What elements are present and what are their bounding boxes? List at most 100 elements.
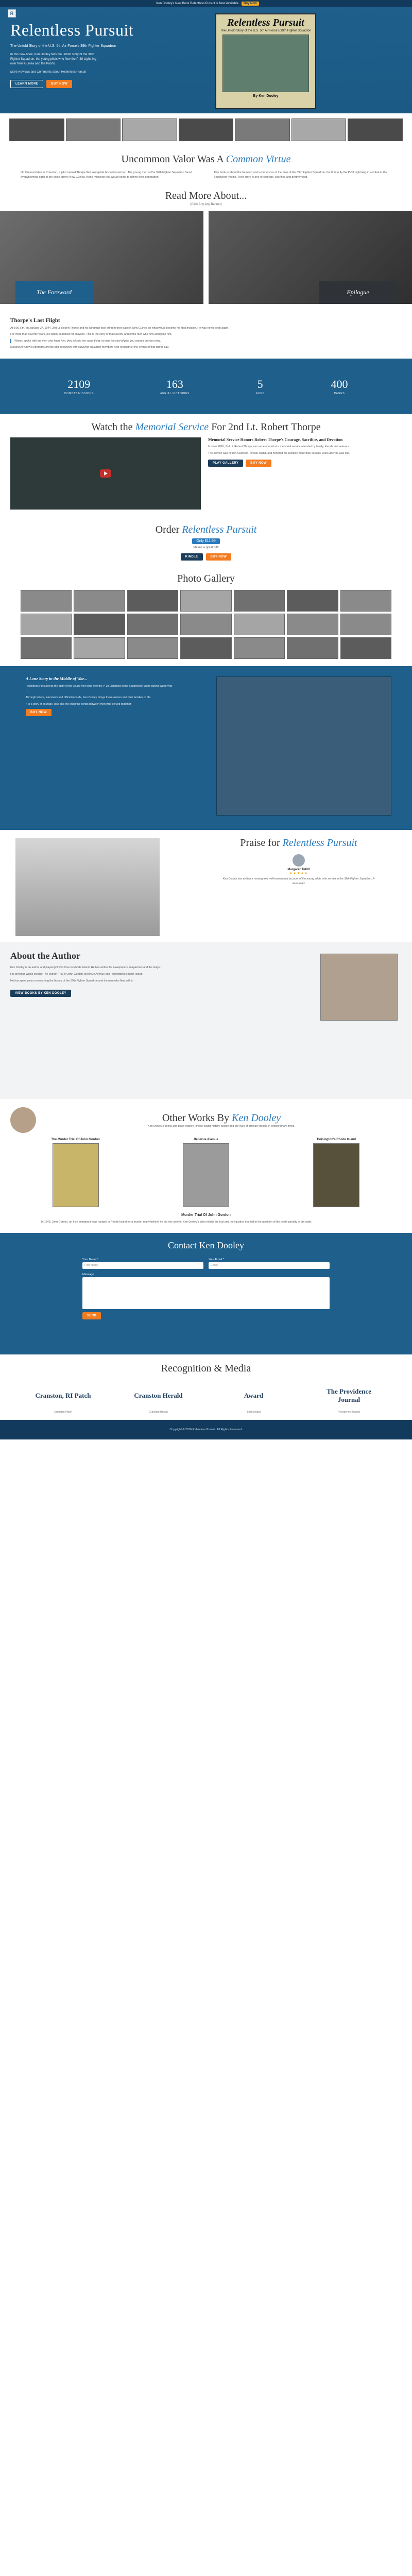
book-card[interactable]: The Murder Trial Of John Gordon xyxy=(42,1138,109,1208)
cover-subtitle: The Untold Story of the U.S. 5th Air For… xyxy=(220,29,312,32)
order-section: Order Relentless Pursuit Only $11.99 Mak… xyxy=(0,517,412,566)
send-button[interactable]: SEND xyxy=(82,1312,101,1320)
memorial-title-c: For 2nd Lt. Robert Thorpe xyxy=(211,421,321,433)
book-image[interactable] xyxy=(52,1143,99,1208)
memorial-video[interactable] xyxy=(10,437,201,510)
gallery-photo[interactable] xyxy=(74,614,125,636)
valor-title-b: Common Virtue xyxy=(226,154,291,165)
gallery-photo[interactable] xyxy=(127,590,179,612)
gallery-photo[interactable] xyxy=(127,637,179,659)
gallery-photo[interactable] xyxy=(233,614,285,636)
contact-section: Contact Ken Dooley Your Name * First Nam… xyxy=(0,1233,412,1355)
gallery-title: Photo Gallery xyxy=(177,573,235,585)
memorial-paragraph: The service was held in Cranston, Rhode … xyxy=(208,451,350,455)
kindle-button[interactable]: KINDLE xyxy=(180,553,203,561)
photo-strip xyxy=(0,113,412,146)
memorial-section: Watch the Memorial Service For 2nd Lt. R… xyxy=(0,414,412,517)
stat-label: ACES xyxy=(255,392,265,396)
play-icon[interactable] xyxy=(100,469,111,478)
media-logo[interactable]: Cranston, RI Patch Cranston Patch xyxy=(35,1383,92,1415)
strip-photo[interactable] xyxy=(235,118,290,141)
cover-image xyxy=(222,35,309,92)
read-more-hint: (Click Any Any Banner) xyxy=(190,202,222,206)
strip-photo[interactable] xyxy=(9,118,64,141)
strip-photo[interactable] xyxy=(65,118,121,141)
stat-item: 400 PAGES xyxy=(331,378,348,395)
strip-photo[interactable] xyxy=(122,118,177,141)
review-quote: Ken Dooley has written a moving and well… xyxy=(222,877,375,885)
gallery-photo[interactable] xyxy=(74,590,125,612)
gift-note: Makes a great gift! xyxy=(193,546,219,550)
praise-title: Praise for Relentless Pursuit xyxy=(206,837,391,849)
gallery-photo[interactable] xyxy=(340,590,391,612)
foreword-banner-image[interactable]: The Foreword xyxy=(0,211,203,304)
learn-more-button[interactable]: LEARN MORE xyxy=(10,79,44,88)
epilogue-banner-image[interactable]: Epilogue xyxy=(209,211,412,304)
recognition-title: Recognition & Media xyxy=(161,1363,251,1375)
media-logo[interactable]: Award Book Award xyxy=(226,1383,282,1415)
view-books-button[interactable]: VIEW BOOKS BY KEN DOOLEY xyxy=(10,989,71,997)
strip-photo[interactable] xyxy=(178,118,234,141)
gallery-photo[interactable] xyxy=(287,637,338,659)
gallery-photo[interactable] xyxy=(233,637,285,659)
strip-photo[interactable] xyxy=(291,118,347,141)
gallery-photo[interactable] xyxy=(127,614,179,636)
cover-author: By Ken Dooley xyxy=(253,94,279,98)
author-paragraph: His previous works include The Murder Tr… xyxy=(10,973,143,976)
stat-item: 2109 COMBAT MISSIONS xyxy=(64,378,94,395)
message-field[interactable] xyxy=(82,1277,330,1310)
lone-story-buy-button[interactable]: BUY NOW xyxy=(26,709,52,717)
name-field[interactable]: First Name xyxy=(82,1262,203,1269)
stat-label: COMBAT MISSIONS xyxy=(64,392,94,396)
buy-now-button[interactable]: BUY NOW xyxy=(46,79,73,88)
memorial-paragraph: In June 2016, 2nd Lt. Robert Thorpe was … xyxy=(208,445,350,449)
gallery-photo[interactable] xyxy=(180,590,232,612)
gallery-photo[interactable] xyxy=(287,590,338,612)
email-field[interactable]: Email xyxy=(209,1262,330,1269)
book-image[interactable] xyxy=(313,1143,360,1208)
valor-column-left: On Crescent Ave in Cranston, a pilot nam… xyxy=(21,171,192,179)
epilogue-banner[interactable]: Epilogue xyxy=(319,281,397,304)
gallery-photo[interactable] xyxy=(21,614,72,636)
email-label: Your Email * xyxy=(209,1258,225,1262)
announcement-buy-link[interactable]: Buy Now xyxy=(242,2,259,6)
order-buy-button[interactable]: BUY NOW xyxy=(205,553,232,561)
praise-title-a: Praise for xyxy=(240,837,280,849)
book-card[interactable]: Hoisington's Rhode Island xyxy=(303,1138,370,1208)
author-paragraph: He has spent years researching the histo… xyxy=(10,979,134,982)
site-logo[interactable]: R xyxy=(8,9,16,18)
strip-photo[interactable] xyxy=(348,118,403,141)
lone-story-paragraph: It is a story of courage, loss and the e… xyxy=(26,703,132,706)
media-logo-name: Cranston, RI Patch xyxy=(35,1392,91,1400)
gallery-photo[interactable] xyxy=(340,614,391,636)
hero-subtitle: The Untold Story of the U.S. 5th Air For… xyxy=(10,44,116,48)
last-flight-section: Thorpe's Last Flight At 9:00 a.m. on Jan… xyxy=(0,314,412,359)
media-logo-caption: Providence Journal xyxy=(338,1411,360,1414)
gallery-photo[interactable] xyxy=(21,590,72,612)
hero-reviews-text: More Reviews and Comments about Relentle… xyxy=(10,70,87,74)
gallery-photo[interactable] xyxy=(287,614,338,636)
valor-title-a: Uncommon Valor Was A xyxy=(121,154,224,165)
last-flight-paragraph: Missing Air Crew Report documents and in… xyxy=(10,346,169,349)
book-image[interactable] xyxy=(182,1143,229,1208)
play-gallery-button[interactable]: PLAY GALLERY xyxy=(208,460,244,467)
gallery-photo[interactable] xyxy=(180,614,232,636)
order-title-a: Order xyxy=(155,524,180,536)
gallery-photo[interactable] xyxy=(74,637,125,659)
media-logo[interactable]: Cranston Herald Cranston Herald xyxy=(130,1383,187,1415)
foreword-banner[interactable]: The Foreword xyxy=(15,281,93,304)
media-logo-name: The Providence Journal xyxy=(327,1387,371,1404)
message-label: Message xyxy=(82,1273,94,1277)
media-logo-name: Cranston Herald xyxy=(134,1392,183,1400)
read-more-section: Read More About... (Click Any Any Banner… xyxy=(0,185,412,314)
other-works-title-a: Other Works By xyxy=(162,1112,230,1124)
gallery-photo[interactable] xyxy=(180,637,232,659)
gallery-photo[interactable] xyxy=(21,637,72,659)
other-works-section: Other Works By Ken Dooley Ken Dooley's b… xyxy=(0,1099,412,1233)
book-card[interactable]: Bellevue Avenue xyxy=(173,1138,239,1208)
gallery-photo[interactable] xyxy=(233,590,285,612)
gallery-photo[interactable] xyxy=(340,637,391,659)
media-logo[interactable]: The Providence Journal Providence Journa… xyxy=(321,1383,377,1415)
memorial-buy-button[interactable]: BUY NOW xyxy=(246,460,271,467)
author-paragraph: Ken Dooley is an author and playwright w… xyxy=(10,966,161,970)
